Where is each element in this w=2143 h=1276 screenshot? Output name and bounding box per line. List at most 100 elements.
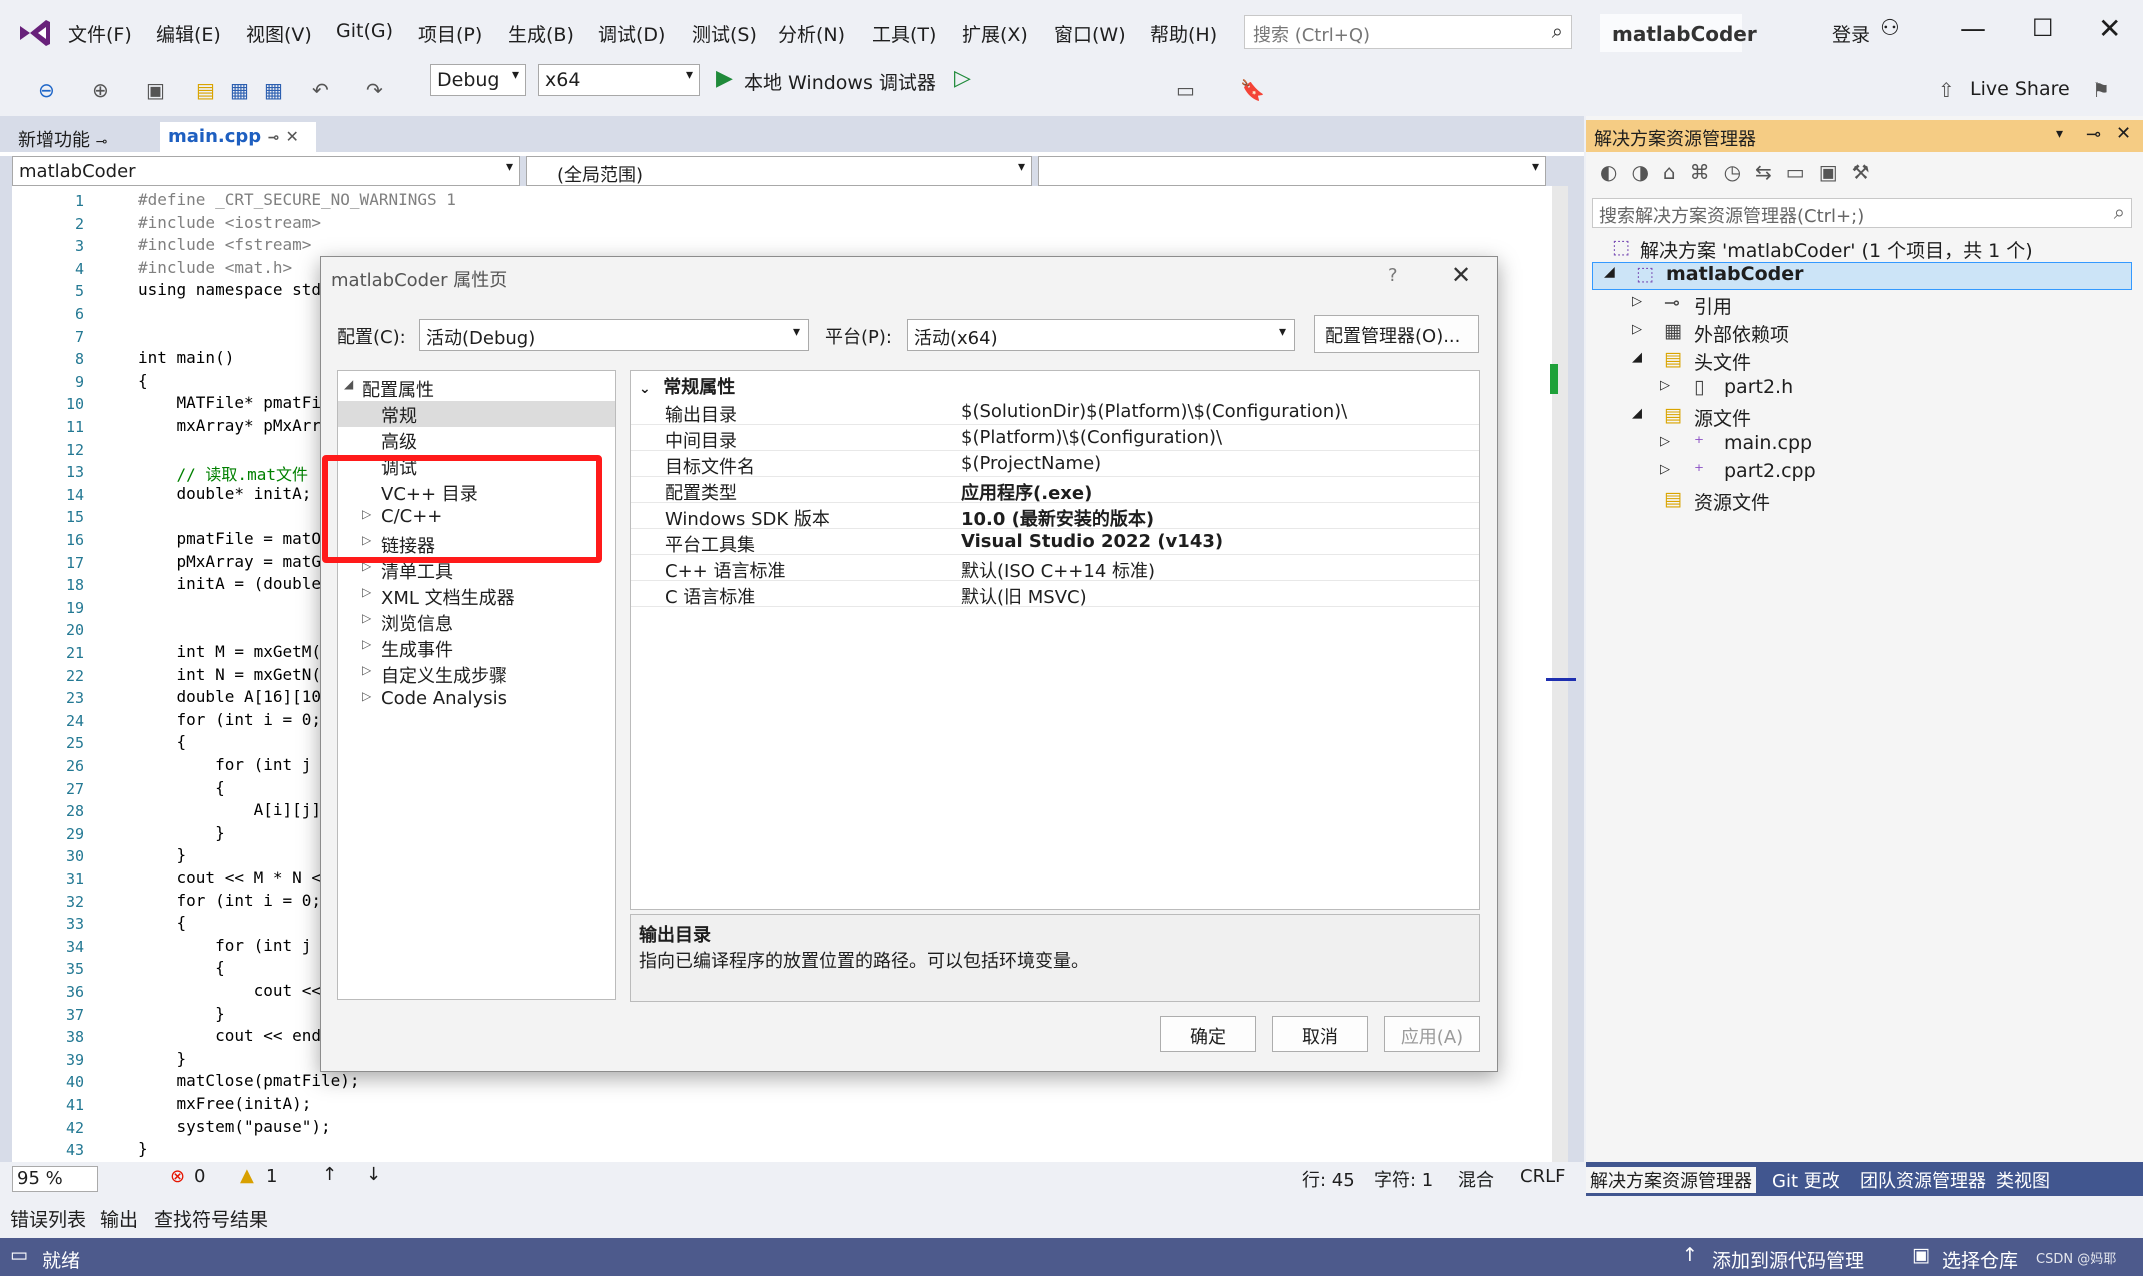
code-line[interactable]: } <box>138 845 187 864</box>
code-line[interactable]: double A[16][100 <box>138 687 331 706</box>
property-row[interactable]: 输出目录 $(SolutionDir)$(Platform)\$(Configur… <box>631 399 1479 426</box>
warning-count[interactable]: 1 <box>266 1166 277 1187</box>
menu-item[interactable]: 视图(V) <box>246 20 312 47</box>
expand-icon[interactable]: ▷ <box>1660 378 1670 393</box>
property-row[interactable]: C 语言标准 默认(旧 MSVC) <box>631 581 1479 608</box>
menu-item[interactable]: 编辑(E) <box>156 20 221 47</box>
save-all-icon[interactable]: ▦ <box>264 78 283 102</box>
select-repository[interactable]: 选择仓库 <box>1942 1246 2018 1273</box>
property-row[interactable]: 中间目录 $(Platform)\$(Configuration)\ <box>631 425 1479 452</box>
undo-icon[interactable]: ↶ <box>312 78 329 102</box>
property-row[interactable]: C++ 语言标准 默认(ISO C++14 标准) <box>631 555 1479 582</box>
toolbar-misc-icon[interactable]: ▭ <box>1176 78 1195 102</box>
menu-item[interactable]: 调试(D) <box>598 20 665 47</box>
code-line[interactable]: mxArray* pMxArra <box>138 416 331 435</box>
code-line[interactable]: initA = (double* <box>138 574 331 593</box>
expand-icon[interactable]: ▷ <box>362 663 371 677</box>
code-line[interactable]: #define _CRT_SECURE_NO_WARNINGS 1 <box>138 190 456 209</box>
pin-icon[interactable]: ⊸ <box>2086 124 2101 145</box>
collapse-icon[interactable]: ⌄ <box>639 381 651 397</box>
solution-search-input[interactable]: 搜索解决方案资源管理器(Ctrl+;) ⌕ <box>1592 198 2132 228</box>
code-line[interactable]: { <box>138 913 187 932</box>
project-nav-dropdown[interactable]: matlabCoder ▾ <box>12 156 520 186</box>
solution-item[interactable]: 引用 <box>1694 292 1732 319</box>
member-nav-dropdown[interactable]: ▾ <box>1038 156 1546 186</box>
run-without-debug-icon[interactable]: ▷ <box>954 66 971 91</box>
code-line[interactable]: matClose(pmatFile); <box>138 1071 360 1090</box>
forward-icon[interactable]: ⊕ <box>92 78 109 102</box>
new-item-icon[interactable]: ▣ <box>146 78 165 102</box>
tree-item[interactable]: ▷ 生成事件 <box>338 635 615 661</box>
solution-tab[interactable]: 类视图 <box>1996 1167 2050 1193</box>
expand-icon[interactable]: ◢ <box>1632 406 1642 421</box>
error-icon[interactable]: ⊗ <box>170 1166 185 1187</box>
menu-item[interactable]: Git(G) <box>336 20 393 42</box>
tree-item[interactable]: ▷ 浏览信息 <box>338 609 615 635</box>
bottom-tab[interactable]: 输出 <box>100 1205 138 1232</box>
tree-item[interactable]: 常规 <box>338 401 615 427</box>
run-icon[interactable]: ▶ <box>716 66 733 91</box>
code-line[interactable]: { <box>138 958 225 977</box>
tree-item[interactable]: ▷ 自定义生成步骤 <box>338 661 615 687</box>
code-line[interactable]: double* initA; <box>138 484 312 503</box>
code-line[interactable]: for (int i = 0; <box>138 710 322 729</box>
dialog-config-dropdown[interactable]: 活动(Debug) ▾ <box>419 319 809 351</box>
code-line[interactable]: for (int i = 0; <box>138 891 322 910</box>
code-line[interactable]: int N = mxGetN(p <box>138 665 331 684</box>
help-icon[interactable]: ? <box>1388 265 1398 286</box>
code-line[interactable]: #include <mat.h> <box>138 258 292 277</box>
back-icon[interactable]: ⊖ <box>38 78 55 102</box>
menu-item[interactable]: 项目(P) <box>418 20 482 47</box>
mode-indicator[interactable]: 混合 <box>1458 1166 1494 1192</box>
expanded-icon[interactable]: ◢ <box>1604 264 1615 280</box>
search-box[interactable]: 搜索 (Ctrl+Q) ⌕ <box>1244 15 1572 49</box>
solution-node[interactable]: 解决方案 'matlabCoder' (1 个项目，共 1 个) <box>1640 236 2033 263</box>
apply-button[interactable]: 应用(A) <box>1384 1016 1480 1052</box>
code-line[interactable]: { <box>138 778 225 797</box>
property-row[interactable]: 平台工具集 Visual Studio 2022 (v143) <box>631 529 1479 556</box>
code-line[interactable]: pMxArray = matGe <box>138 552 331 571</box>
editor-scrollbar[interactable] <box>1552 186 1568 1162</box>
arrow-up-icon[interactable]: ↑ <box>322 1164 337 1185</box>
platform-dropdown[interactable]: x64 ▾ <box>538 64 700 96</box>
code-line[interactable]: } <box>138 1004 225 1023</box>
account-icon[interactable]: ⚇ <box>1880 16 1900 41</box>
open-icon[interactable]: ▤ <box>196 78 215 102</box>
minimize-icon[interactable]: — <box>1960 14 1986 44</box>
visual-studio-logo-icon[interactable] <box>16 18 52 48</box>
cancel-button[interactable]: 取消 <box>1272 1016 1368 1052</box>
close-tab-icon[interactable]: ✕ <box>285 127 298 146</box>
bottom-tab[interactable]: 查找符号结果 <box>154 1205 268 1232</box>
solution-tab[interactable]: 解决方案资源管理器 <box>1586 1167 1756 1193</box>
tab-new-features[interactable]: 新增功能 ⊸ <box>10 122 156 152</box>
close-icon[interactable]: ✕ <box>1451 261 1471 289</box>
feedback-icon[interactable]: ⚑ <box>2092 78 2110 102</box>
tab-main-cpp[interactable]: main.cpp ⊸ ✕ <box>160 122 316 152</box>
code-line[interactable]: { <box>138 732 187 751</box>
code-line[interactable]: for (int j = <box>138 936 331 955</box>
solution-item[interactable]: 资源文件 <box>1694 488 1770 515</box>
menu-item[interactable]: 测试(S) <box>692 20 757 47</box>
expand-icon[interactable]: ▷ <box>362 637 371 651</box>
tree-item[interactable]: 高级 <box>338 427 615 453</box>
solution-item[interactable]: 外部依赖项 <box>1694 320 1789 347</box>
code-line[interactable]: int M = mxGetM(p <box>138 642 331 661</box>
code-line[interactable]: pmatFile = matOp <box>138 529 331 548</box>
expand-icon[interactable]: ▷ <box>362 611 371 625</box>
run-debugger-button[interactable]: 本地 Windows 调试器 <box>744 68 936 95</box>
add-to-source-control[interactable]: 添加到源代码管理 <box>1712 1246 1864 1273</box>
property-row[interactable]: Windows SDK 版本 10.0 (最新安装的版本) <box>631 503 1479 530</box>
code-line[interactable]: { <box>138 371 148 390</box>
expand-icon[interactable]: ▷ <box>1660 462 1670 477</box>
expand-icon[interactable]: ▷ <box>362 689 371 703</box>
maximize-icon[interactable]: ☐ <box>2032 14 2054 42</box>
code-line[interactable]: #include <fstream> <box>138 235 311 254</box>
project-node[interactable]: matlabCoder <box>1666 263 1804 285</box>
config-manager-button[interactable]: 配置管理器(O)... <box>1314 315 1479 353</box>
code-line[interactable]: cout << M * N << <box>138 868 331 887</box>
solution-tab[interactable]: 团队资源管理器 <box>1860 1167 1986 1193</box>
expand-icon[interactable]: ◢ <box>1632 350 1642 365</box>
property-row[interactable]: 目标文件名 $(ProjectName) <box>631 451 1479 478</box>
eol-indicator[interactable]: CRLF <box>1520 1166 1565 1187</box>
code-line[interactable]: MATFile* pmatFil <box>138 393 331 412</box>
